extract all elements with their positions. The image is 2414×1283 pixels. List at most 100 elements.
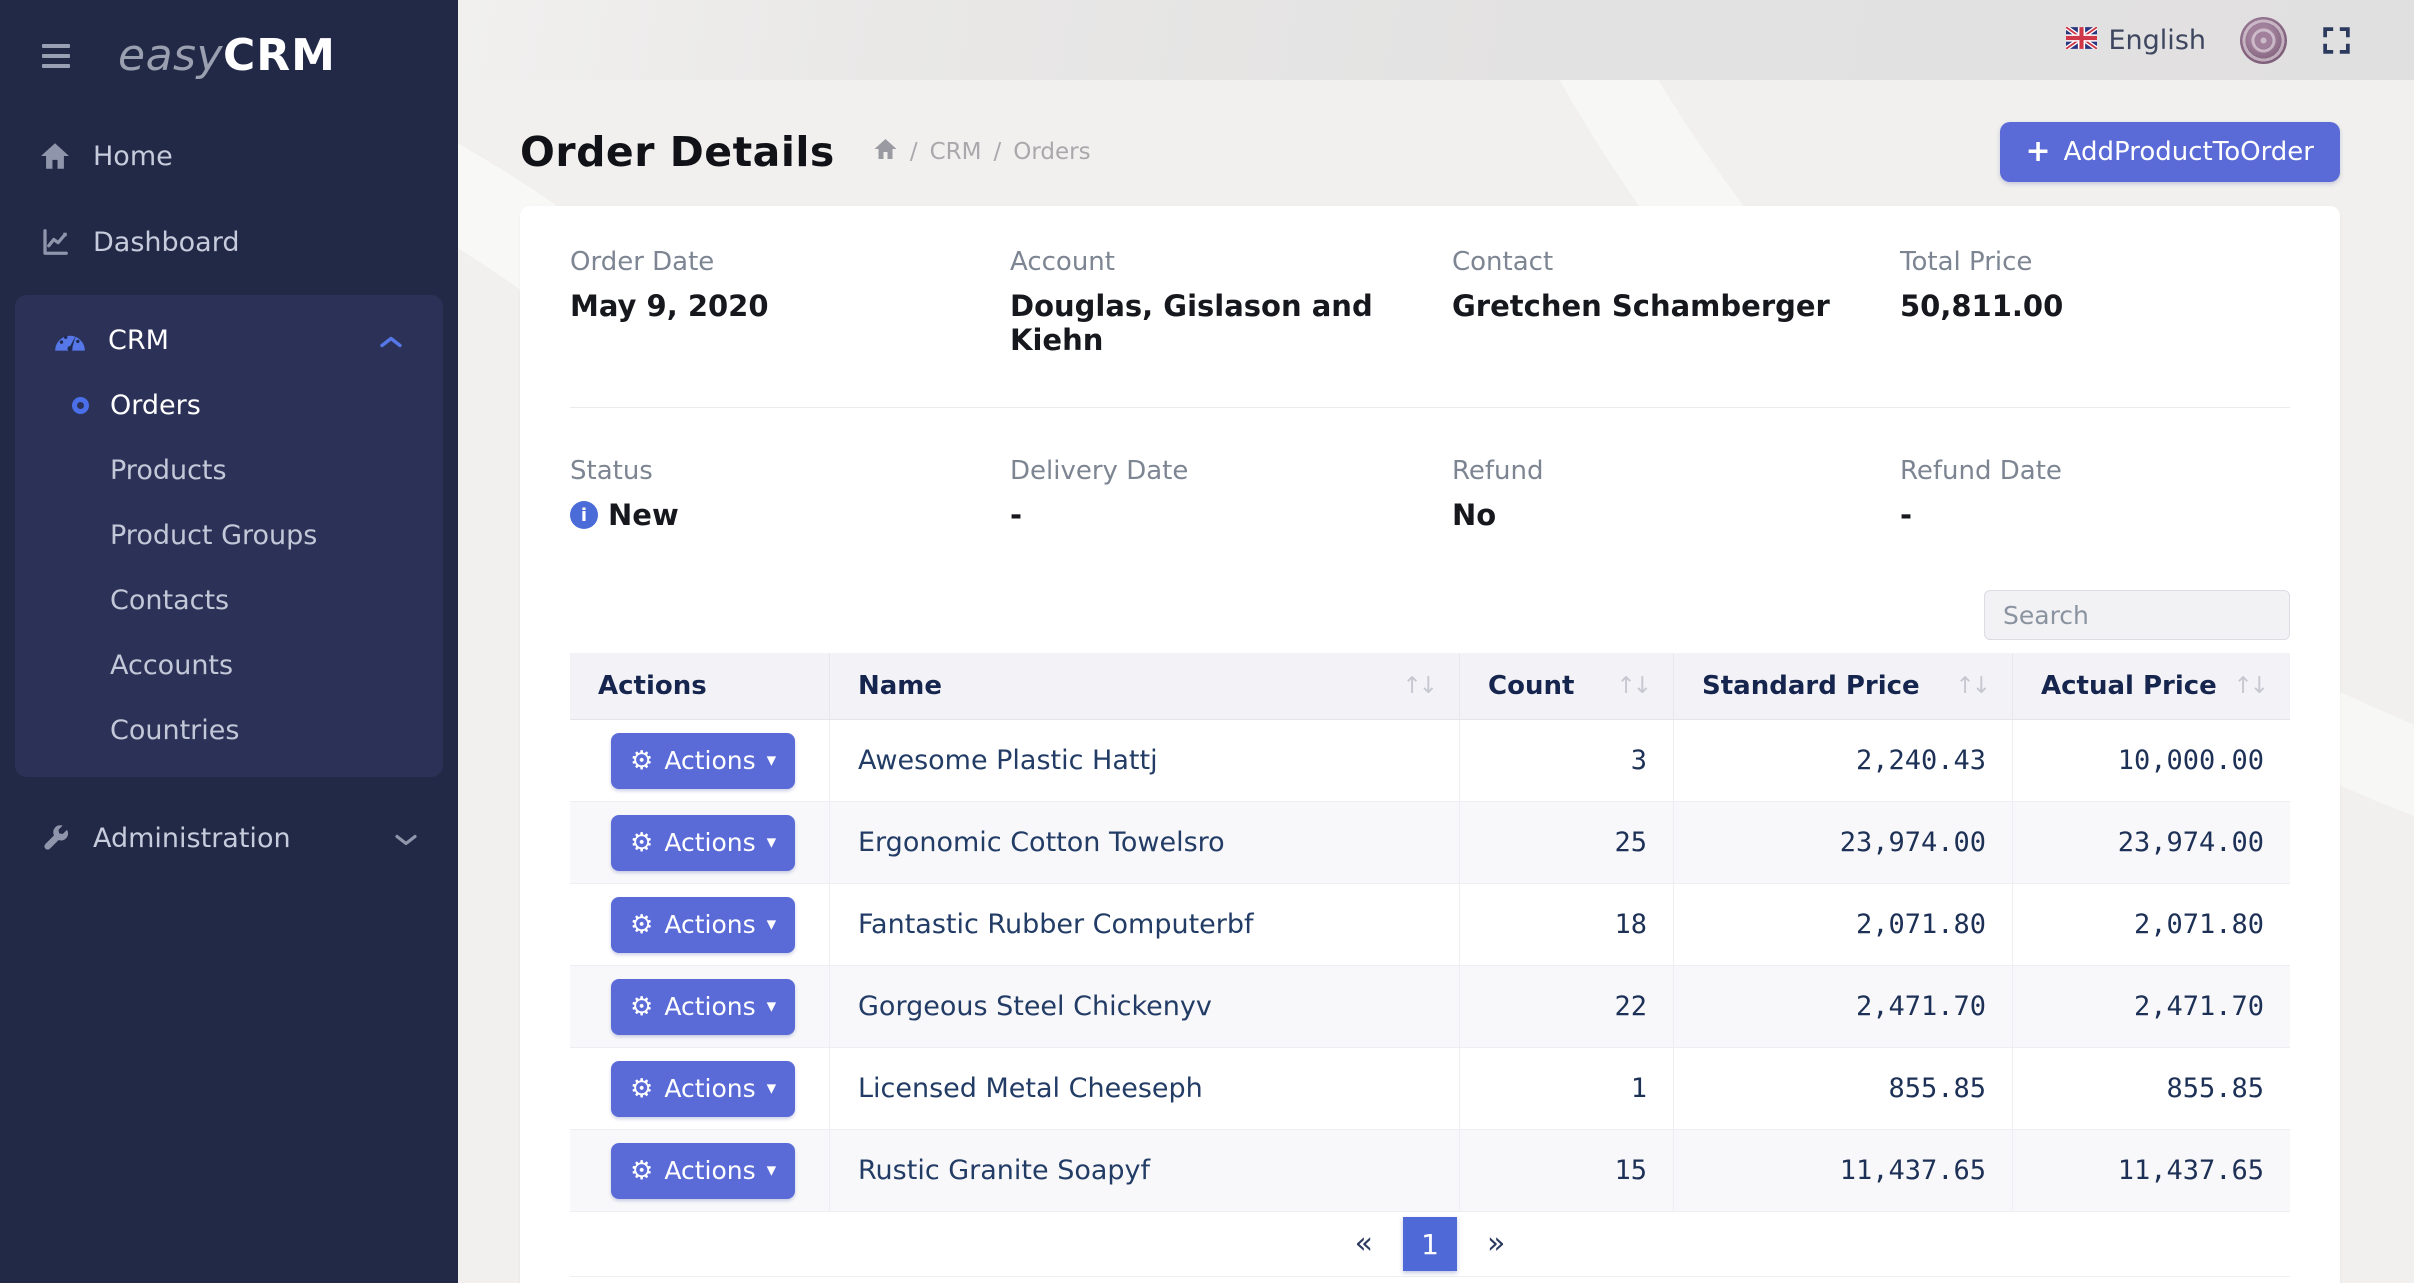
table-row: ⚙Actions▾ Gorgeous Steel Chickenyv 22 2,… — [570, 966, 2290, 1048]
chevron-down-icon — [394, 823, 418, 854]
count-cell: 22 — [1460, 966, 1674, 1047]
field-label: Contact — [1452, 247, 1900, 277]
row-actions-button[interactable]: ⚙Actions▾ — [611, 897, 795, 953]
sidebar-item-products[interactable]: Products — [15, 438, 443, 503]
sidebar-item-orders[interactable]: Orders — [15, 373, 443, 438]
sidebar-item-contacts[interactable]: Contacts — [15, 568, 443, 633]
home-icon — [38, 142, 72, 170]
page-title: Order Details — [520, 128, 835, 176]
card-divider — [570, 407, 2290, 408]
count-cell: 18 — [1460, 884, 1674, 965]
plus-icon: + — [2026, 137, 2051, 167]
breadcrumb-home-icon[interactable] — [873, 138, 898, 166]
sidebar-item-crm[interactable]: CRM — [15, 307, 443, 373]
table-header-row: Actions Name↑↓ Count↑↓ Standard Price↑↓ … — [570, 653, 2290, 720]
gear-icon: ⚙ — [630, 748, 653, 774]
row-actions-button[interactable]: ⚙Actions▾ — [611, 1143, 795, 1199]
breadcrumb: / CRM / Orders — [873, 138, 1091, 166]
field-label: Delivery Date — [1010, 456, 1452, 486]
column-header-actual-price[interactable]: Actual Price↑↓ — [2013, 653, 2290, 719]
sidebar-logo-row: easyCRM — [0, 0, 458, 81]
fullscreen-icon[interactable] — [2321, 25, 2352, 56]
info-icon[interactable]: i — [570, 501, 598, 529]
user-avatar[interactable] — [2240, 17, 2287, 64]
sidebar-item-administration[interactable]: Administration — [0, 805, 458, 871]
actual-price-cell: 23,974.00 — [2013, 802, 2290, 883]
sidebar-item-dashboard[interactable]: Dashboard — [0, 209, 458, 275]
field-label: Account — [1010, 247, 1452, 277]
sidebar-item-label: Dashboard — [93, 227, 239, 258]
sort-icon: ↑↓ — [1402, 673, 1435, 699]
product-name-cell: Gorgeous Steel Chickenyv — [830, 966, 1460, 1047]
pagination-next[interactable]: » — [1487, 1229, 1505, 1259]
hamburger-menu-icon[interactable] — [42, 44, 70, 68]
logo-crm: CRM — [223, 30, 336, 81]
gear-icon: ⚙ — [630, 1158, 653, 1184]
field-value: Douglas, Gislason and Kiehn — [1010, 289, 1452, 357]
pagination-page-1[interactable]: 1 — [1403, 1217, 1457, 1271]
breadcrumb-separator: / — [910, 139, 918, 165]
field-label: Total Price — [1900, 247, 2290, 277]
order-products-table: Actions Name↑↓ Count↑↓ Standard Price↑↓ … — [570, 653, 2290, 1277]
gear-icon: ⚙ — [630, 1076, 653, 1102]
breadcrumb-orders[interactable]: Orders — [1013, 139, 1090, 165]
field-value: 50,811.00 — [1900, 289, 2290, 323]
count-cell: 3 — [1460, 720, 1674, 801]
field-label: Status — [570, 456, 1010, 486]
add-button-label: AddProductToOrder — [2064, 137, 2314, 167]
topbar: English — [458, 0, 2414, 80]
standard-price-cell: 23,974.00 — [1674, 802, 2013, 883]
row-actions-button[interactable]: ⚙Actions▾ — [611, 1061, 795, 1117]
caret-down-icon: ▾ — [767, 915, 777, 934]
sidebar-item-label: CRM — [108, 325, 169, 356]
chevron-up-icon — [379, 325, 403, 356]
add-product-to-order-button[interactable]: + AddProductToOrder — [2000, 122, 2340, 182]
sidebar-item-label: Accounts — [110, 650, 233, 681]
gauge-icon — [53, 327, 87, 353]
field-value: - — [1010, 498, 1452, 532]
field-account: Account Douglas, Gislason and Kiehn — [1010, 247, 1452, 357]
caret-down-icon: ▾ — [767, 1079, 777, 1098]
gear-icon: ⚙ — [630, 994, 653, 1020]
pagination-prev[interactable]: « — [1355, 1229, 1373, 1259]
field-label: Refund Date — [1900, 456, 2290, 486]
product-name-cell: Ergonomic Cotton Towelsro — [830, 802, 1460, 883]
wrench-icon — [38, 823, 72, 853]
sidebar-item-product-groups[interactable]: Product Groups — [15, 503, 443, 568]
field-refund-date: Refund Date - — [1900, 456, 2290, 532]
field-contact: Contact Gretchen Schamberger — [1452, 247, 1900, 357]
sort-icon: ↑↓ — [1955, 673, 1988, 699]
order-info-row-2: Status i New Delivery Date - Refund No R… — [570, 456, 2290, 532]
field-value: May 9, 2020 — [570, 289, 1010, 323]
sidebar-item-label: Contacts — [110, 585, 229, 616]
product-name-cell: Fantastic Rubber Computerbf — [830, 884, 1460, 965]
field-value: Gretchen Schamberger — [1452, 289, 1900, 323]
standard-price-cell: 2,240.43 — [1674, 720, 2013, 801]
search-input[interactable] — [1984, 590, 2290, 640]
breadcrumb-separator: / — [993, 139, 1001, 165]
language-selector[interactable]: English — [2066, 25, 2207, 56]
table-row: ⚙Actions▾ Awesome Plastic Hattj 3 2,240.… — [570, 720, 2290, 802]
sidebar-item-home[interactable]: Home — [0, 123, 458, 189]
sidebar-item-countries[interactable]: Countries — [15, 698, 443, 763]
row-actions-button[interactable]: ⚙Actions▾ — [611, 979, 795, 1035]
sidebar-item-label: Home — [93, 141, 173, 172]
column-header-standard-price[interactable]: Standard Price↑↓ — [1674, 653, 2013, 719]
field-status: Status i New — [570, 456, 1010, 532]
product-name-cell: Rustic Granite Soapyf — [830, 1130, 1460, 1211]
standard-price-cell: 2,471.70 — [1674, 966, 2013, 1047]
column-header-count[interactable]: Count↑↓ — [1460, 653, 1674, 719]
column-header-name[interactable]: Name↑↓ — [830, 653, 1460, 719]
sidebar-item-accounts[interactable]: Accounts — [15, 633, 443, 698]
row-actions-button[interactable]: ⚙Actions▾ — [611, 733, 795, 789]
breadcrumb-crm[interactable]: CRM — [930, 139, 982, 165]
order-details-card: Order Date May 9, 2020 Account Douglas, … — [520, 206, 2340, 1283]
standard-price-cell: 855.85 — [1674, 1048, 2013, 1129]
table-row: ⚙Actions▾ Licensed Metal Cheeseph 1 855.… — [570, 1048, 2290, 1130]
count-cell: 15 — [1460, 1130, 1674, 1211]
table-row: ⚙Actions▾ Ergonomic Cotton Towelsro 25 2… — [570, 802, 2290, 884]
sidebar-item-label: Orders — [110, 390, 201, 421]
sidebar-item-label: Countries — [110, 715, 239, 746]
row-actions-button[interactable]: ⚙Actions▾ — [611, 815, 795, 871]
app-logo: easyCRM — [118, 30, 336, 81]
